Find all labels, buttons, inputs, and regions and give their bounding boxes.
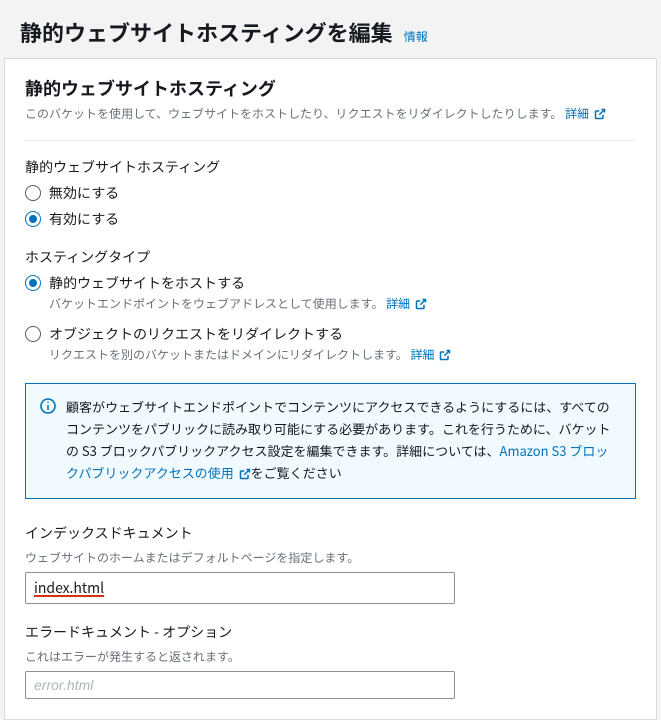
index-doc-label: インデックスドキュメント [25, 523, 636, 543]
hosting-type-label: ホスティングタイプ [25, 247, 636, 267]
external-link-icon [439, 348, 451, 365]
info-text: 顧客がウェブサイトエンドポイントでコンテンツにアクセスできるようにするには、すべ… [66, 396, 621, 486]
hosting-panel: 静的ウェブサイトホスティング このバケットを使用して、ウェブサイトをホストしたり… [4, 58, 657, 720]
redirect-detail-link[interactable]: 詳細 [411, 346, 452, 363]
info-icon [40, 398, 56, 419]
radio-icon [25, 326, 41, 342]
radio-icon [25, 211, 41, 227]
external-link-icon [239, 464, 251, 486]
radio-static-site[interactable]: 静的ウェブサイトをホストする [25, 273, 636, 293]
index-doc-sub: ウェブサイトのホームまたはデフォルトページを指定します。 [25, 549, 636, 566]
external-link-icon [415, 297, 427, 314]
panel-desc: このバケットを使用して、ウェブサイトをホストしたり、リクエストをリダイレクトした… [25, 105, 636, 124]
radio-static-sub: バケットエンドポイントをウェブアドレスとして使用します。 詳細 [49, 295, 636, 314]
panel-title: 静的ウェブサイトホスティング [25, 75, 636, 101]
info-alert: 顧客がウェブサイトエンドポイントでコンテンツにアクセスできるようにするには、すべ… [25, 383, 636, 499]
index-doc-input[interactable]: index.html [25, 572, 455, 604]
info-link[interactable]: 情報 [404, 28, 428, 45]
divider [25, 140, 636, 141]
radio-enable[interactable]: 有効にする [25, 209, 636, 229]
radio-icon [25, 275, 41, 291]
external-link-icon [594, 107, 606, 124]
radio-redirect-sub: リクエストを別のバケットまたはドメインにリダイレクトします。 詳細 [49, 346, 636, 365]
static-detail-link[interactable]: 詳細 [386, 295, 427, 312]
radio-redirect[interactable]: オブジェクトのリクエストをリダイレクトする [25, 324, 636, 344]
radio-icon [25, 185, 41, 201]
error-doc-sub: これはエラーが発生すると返されます。 [25, 648, 636, 665]
radio-disable[interactable]: 無効にする [25, 183, 636, 203]
error-doc-label: エラードキュメント - オプション [25, 622, 636, 642]
panel-desc-link[interactable]: 詳細 [565, 105, 606, 122]
error-doc-input[interactable] [25, 671, 455, 699]
hosting-label: 静的ウェブサイトホスティング [25, 157, 636, 177]
page-title: 静的ウェブサイトホスティングを編集 [20, 16, 393, 48]
